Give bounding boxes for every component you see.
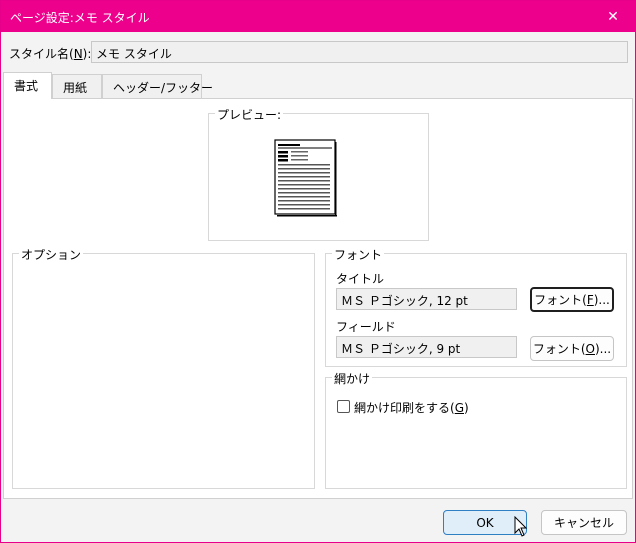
tab-paper[interactable]: 用紙 [52,74,102,98]
shading-print-label[interactable]: 網かけ印刷をする(G) [354,399,469,416]
style-name-value: メモ スタイル [96,47,172,61]
tab-header-footer[interactable]: ヘッダー/フッター [102,74,213,98]
shading-label-suffix: ) [464,401,469,415]
field-font-button[interactable]: フォント(O)... [530,336,614,361]
tab-label: 書式 [14,79,39,93]
title-font-label: タイトル [336,272,385,286]
field-font-button-key: O [585,341,595,356]
field-font-label: フィールド [336,320,396,334]
field-font-button-suffix: )... [595,341,612,356]
options-group: オプション [12,246,315,489]
window-title: ページ設定:メモ スタイル [10,11,150,25]
shading-label-prefix: 網かけ印刷をする( [354,401,455,415]
preview-group: プレビュー: [208,106,429,241]
font-group-caption: フォント [332,246,385,263]
title-bar[interactable]: ページ設定:メモ スタイル ✕ [1,1,635,32]
shading-label-key: G [454,401,464,415]
tab-format[interactable]: 書式 [3,72,52,99]
preview-caption: プレビュー: [215,106,284,123]
style-name-label-key: N [73,47,83,61]
dialog-client: スタイル名(N): メモ スタイル 書式 用紙 ヘッダー/フッター プレビュー: [1,32,635,542]
title-font-button-key: F [586,292,594,307]
style-name-input[interactable]: メモ スタイル [91,41,628,63]
page-setup-dialog: ページ設定:メモ スタイル ✕ スタイル名(N): メモ スタイル 書式 用紙 … [0,0,636,543]
cancel-label: キャンセル [553,516,614,530]
shading-group: 網かけ 網かけ印刷をする(G) [325,370,627,489]
tab-panel-format: プレビュー: オプション フォント タイトル ＭＳ Ｐゴシック, 12 pt フ… [3,98,633,499]
title-font-button[interactable]: フォント(F)... [530,287,614,312]
title-font-button-suffix: )... [593,292,610,307]
title-font-value: ＭＳ Ｐゴシック, 12 pt [341,294,468,308]
style-name-label: スタイル名(N): [9,45,91,62]
options-caption: オプション [19,246,84,263]
shading-group-caption: 網かけ [332,370,373,387]
style-name-label-prefix: スタイル名( [9,47,74,61]
cancel-button[interactable]: キャンセル [541,510,627,535]
ok-label: OK [476,515,494,530]
close-button[interactable]: ✕ [591,1,635,32]
page-preview-icon [274,139,337,217]
field-font-button-prefix: フォント( [532,342,586,356]
tab-label: ヘッダー/フッター [113,81,214,95]
dialog-footer: OK キャンセル [1,499,635,542]
field-font-display: ＭＳ Ｐゴシック, 9 pt [336,336,517,358]
close-icon: ✕ [607,8,619,25]
shading-print-checkbox[interactable] [337,400,350,413]
font-group: フォント タイトル ＭＳ Ｐゴシック, 12 pt フォント(F)... フィー… [325,246,627,367]
title-font-display: ＭＳ Ｐゴシック, 12 pt [336,288,517,310]
tab-label: 用紙 [63,81,88,95]
title-font-button-prefix: フォント( [534,293,587,307]
mouse-cursor-icon [514,516,528,537]
field-font-value: ＭＳ Ｐゴシック, 9 pt [341,342,461,356]
